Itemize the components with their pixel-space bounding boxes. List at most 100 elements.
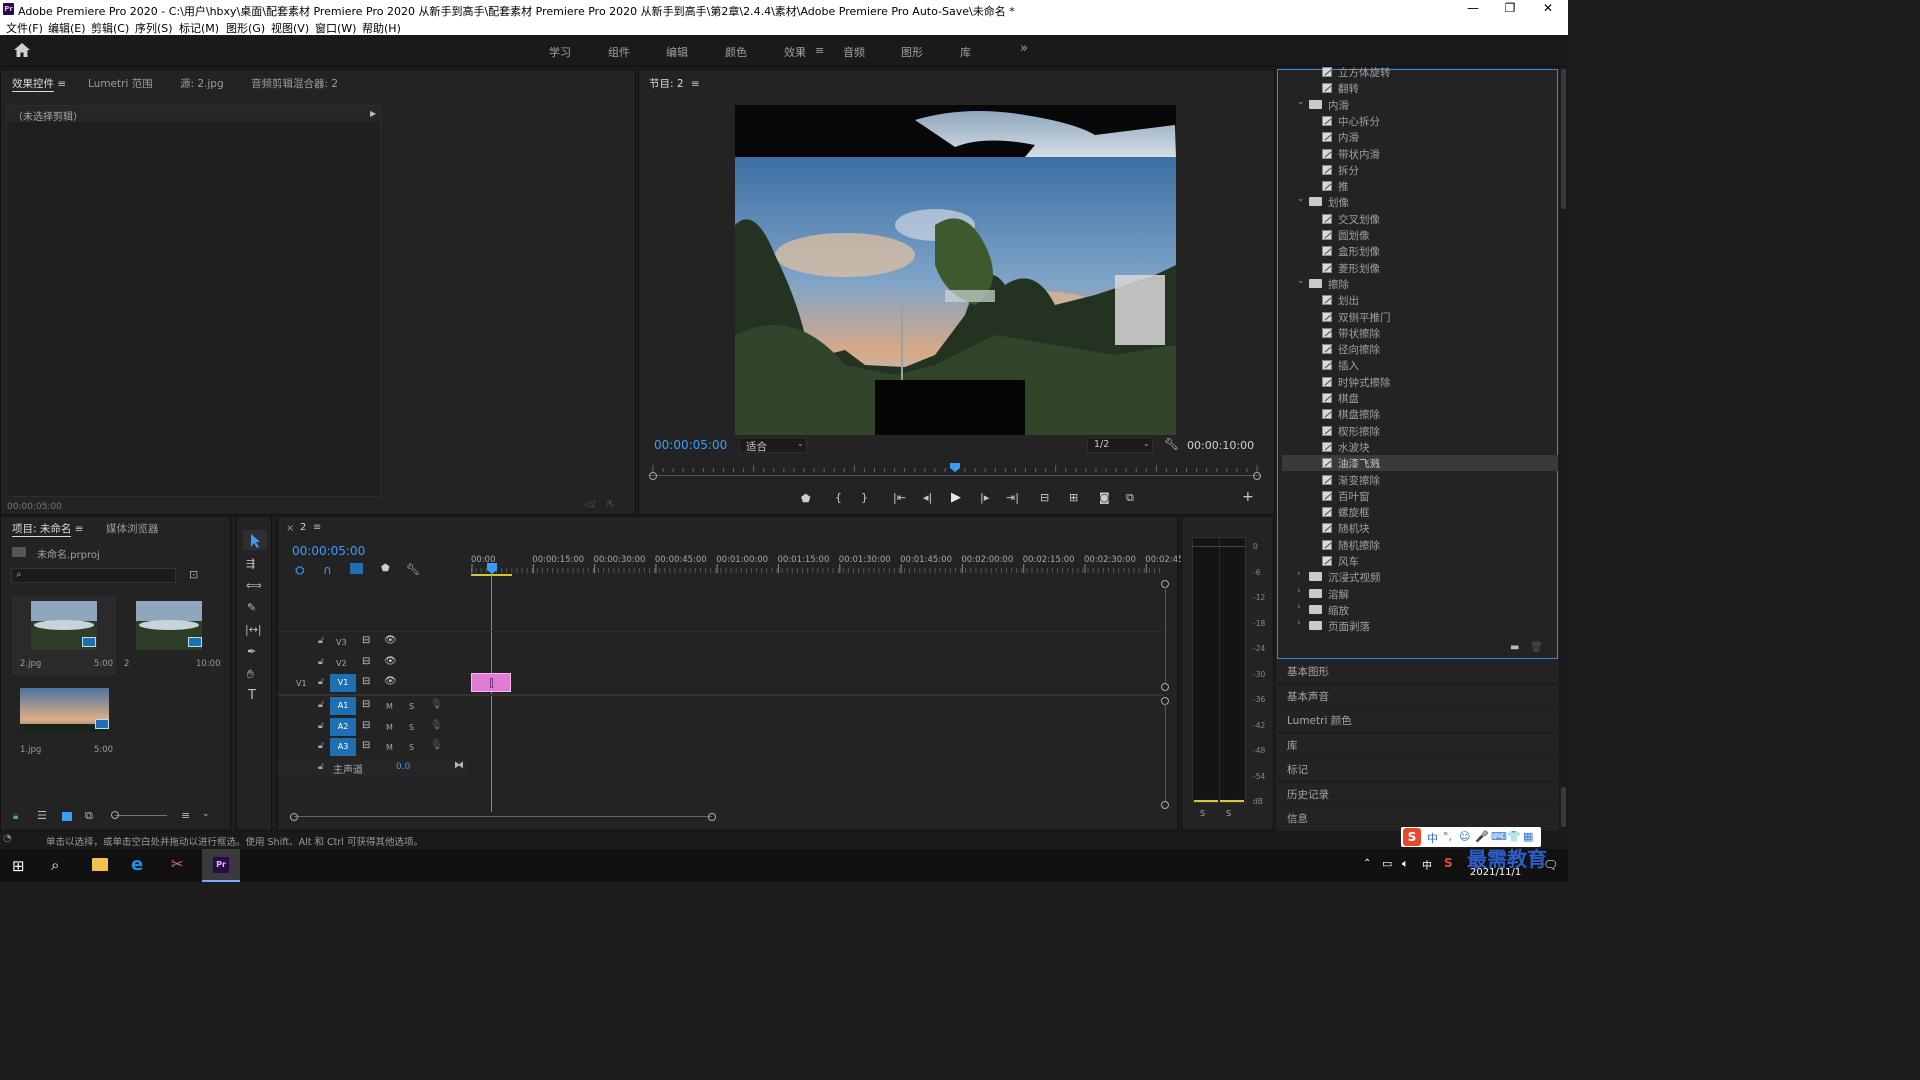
effect-item[interactable]: 径向擦除 <box>1282 341 1558 357</box>
effect-item[interactable]: 楔形擦除 <box>1282 423 1558 439</box>
collapse-master-icon[interactable]: ⧓ <box>454 760 464 771</box>
eye-icon[interactable]: 👁︎ <box>384 676 397 687</box>
step-forward-icon[interactable]: |▸ <box>980 491 989 504</box>
ime-toolbar-item[interactable]: ⌨ <box>1491 830 1507 843</box>
taskbar-date[interactable]: 2021/11/1 <box>1470 867 1521 878</box>
solo-button[interactable]: S <box>409 723 414 732</box>
lock-icon[interactable]: 🔓︎ <box>318 741 324 751</box>
timeline-menu-icon[interactable]: ≡ <box>313 522 321 533</box>
playhead-marker[interactable] <box>950 462 960 472</box>
track-label-a3[interactable]: A3 <box>330 738 356 756</box>
effect-item[interactable]: 渐变擦除 <box>1282 472 1558 488</box>
track-label-a2[interactable]: A2 <box>330 718 356 736</box>
pen-tool-icon[interactable]: ✒ <box>247 645 256 658</box>
effect-folder[interactable]: ⌄ 擦除 <box>1282 276 1558 292</box>
maximize-button[interactable]: ❐ <box>1490 0 1530 19</box>
microphone-icon[interactable]: 🎙︎ <box>430 740 443 751</box>
right-scrollbar[interactable] <box>1559 69 1568 831</box>
lock-icon[interactable]: 🔓︎ <box>318 762 324 772</box>
program-video-frame[interactable] <box>735 105 1176 435</box>
comparison-view-icon[interactable]: ⧉ <box>1126 491 1134 505</box>
effect-folder[interactable]: › 页面剥落 <box>1282 618 1558 634</box>
ime-toolbar-item[interactable]: 👕 <box>1507 830 1521 843</box>
solo-button[interactable]: S <box>409 743 414 752</box>
ime-mode-icon[interactable]: 中 <box>1422 857 1432 872</box>
razor-tool-icon[interactable]: ✎ <box>247 601 256 614</box>
effect-item[interactable]: 棋盘 <box>1282 390 1558 406</box>
new-custom-bin-icon[interactable]: ▬ <box>1510 642 1519 653</box>
mute-button[interactable]: M <box>386 743 393 752</box>
effect-item[interactable]: 螺旋框 <box>1282 504 1558 520</box>
menu-window[interactable]: 窗口(W) <box>315 20 356 36</box>
a-scroll-handle-bottom[interactable] <box>1161 801 1169 809</box>
effect-item[interactable]: 划出 <box>1282 292 1558 308</box>
type-tool-icon[interactable]: T <box>248 688 256 703</box>
mute-button[interactable]: M <box>386 723 393 732</box>
delete-icon[interactable]: 🗑︎ <box>1530 642 1543 653</box>
track-label-a1[interactable]: A1 <box>330 697 356 715</box>
extract-icon[interactable]: ⊞ <box>1069 491 1078 504</box>
tab-project[interactable]: 项目: 未命名 ≡ <box>12 521 84 537</box>
mute-button[interactable]: M <box>386 702 393 711</box>
effect-item[interactable]: 风车 <box>1282 553 1558 569</box>
ime-toolbar-item[interactable]: ▦ <box>1523 830 1533 843</box>
timeline-tab-close[interactable]: × <box>286 523 294 534</box>
workspace-effects[interactable]: 效果 <box>784 44 806 60</box>
effect-folder[interactable]: ⌄ 内滑 <box>1282 97 1558 113</box>
project-item-1-jpg[interactable]: 1.jpg 5:00 <box>12 681 116 761</box>
effect-folder[interactable]: › 缩放 <box>1282 602 1558 618</box>
add-marker-icon[interactable]: ⬟ <box>381 563 390 574</box>
effect-item[interactable]: 水波块 <box>1282 439 1558 455</box>
lock-icon[interactable]: 🔓︎ <box>318 721 324 731</box>
timeline-playhead-handle[interactable] <box>486 563 498 575</box>
list-view-icon[interactable]: ☰ <box>37 809 47 822</box>
expand-arrow-icon[interactable]: ▶ <box>370 109 376 118</box>
step-back-icon[interactable]: ◂| <box>923 491 932 504</box>
microphone-icon[interactable]: 🎙︎ <box>430 699 443 710</box>
timeline-settings-wrench-icon[interactable]: 🔧︎ <box>406 563 420 576</box>
effect-item[interactable]: 随机块 <box>1282 520 1558 536</box>
lift-icon[interactable]: ⊟ <box>1040 491 1049 504</box>
edge-browser-icon[interactable]: e <box>131 854 143 875</box>
chevron-right-icon[interactable]: › <box>1297 586 1301 596</box>
sync-lock-icon[interactable]: ⊟ <box>362 720 370 731</box>
side-panel-header[interactable]: Lumetri 颜色 <box>1277 709 1558 732</box>
ripple-edit-tool-icon[interactable]: ⟺ <box>246 579 262 592</box>
menu-edit[interactable]: 编辑(E) <box>48 20 86 36</box>
timeline-timecode[interactable]: 00:00:05:00 <box>292 544 365 558</box>
mark-out-icon[interactable]: } <box>861 491 868 504</box>
effect-item[interactable]: 双侧平推门 <box>1282 309 1558 325</box>
menu-sequence[interactable]: 序列(S) <box>135 20 173 36</box>
effect-item[interactable]: 内滑 <box>1282 129 1558 145</box>
export-audio-icon[interactable]: ◁♪ <box>584 500 597 510</box>
ime-toolbar-item[interactable]: ☺ <box>1459 830 1470 843</box>
menu-file[interactable]: 文件(F) <box>6 20 43 36</box>
lock-icon[interactable]: 🔒︎ <box>13 811 18 822</box>
workspace-audio[interactable]: 音频 <box>843 44 865 60</box>
effect-item[interactable]: 油漆飞溅 <box>1282 455 1558 472</box>
workspace-overflow-button[interactable]: » <box>1020 41 1028 56</box>
workspace-menu-icon[interactable]: ≡ <box>815 44 824 57</box>
ime-toolbar-item[interactable]: 🎤 <box>1475 830 1489 843</box>
h-scroll-handle-left[interactable] <box>290 813 298 821</box>
effect-item[interactable]: 时钟式擦除 <box>1282 374 1558 390</box>
side-panel-header[interactable]: 库 <box>1277 733 1558 757</box>
button-editor-plus-icon[interactable]: + <box>1242 489 1254 505</box>
workspace-graphics[interactable]: 图形 <box>901 44 923 60</box>
eye-icon[interactable]: 👁︎ <box>384 656 397 667</box>
sogou-tray-icon[interactable]: S <box>1444 856 1453 870</box>
meter-solo-right[interactable]: S <box>1226 809 1231 818</box>
chevron-down-icon[interactable]: ⌄ <box>202 809 210 819</box>
sync-lock-icon[interactable]: ⊟ <box>362 656 370 667</box>
effect-folder[interactable]: › 溶解 <box>1282 586 1558 602</box>
chevron-down-icon[interactable]: ⌄ <box>1297 194 1305 204</box>
sogou-ime-icon[interactable]: S <box>1403 828 1421 846</box>
sort-icon[interactable]: ≡ <box>181 809 190 822</box>
effect-item[interactable]: 翻转 <box>1282 80 1558 96</box>
lock-icon[interactable]: 🔓︎ <box>318 677 324 687</box>
v-scroll-handle-mid[interactable] <box>1161 683 1169 691</box>
tab-source[interactable]: 源: 2.jpg <box>180 76 224 91</box>
fit-dropdown[interactable]: 适合 ⌄ <box>739 437 807 453</box>
freeform-view-icon[interactable]: ⧉ <box>85 809 93 823</box>
chevron-right-icon[interactable]: › <box>1297 602 1301 612</box>
